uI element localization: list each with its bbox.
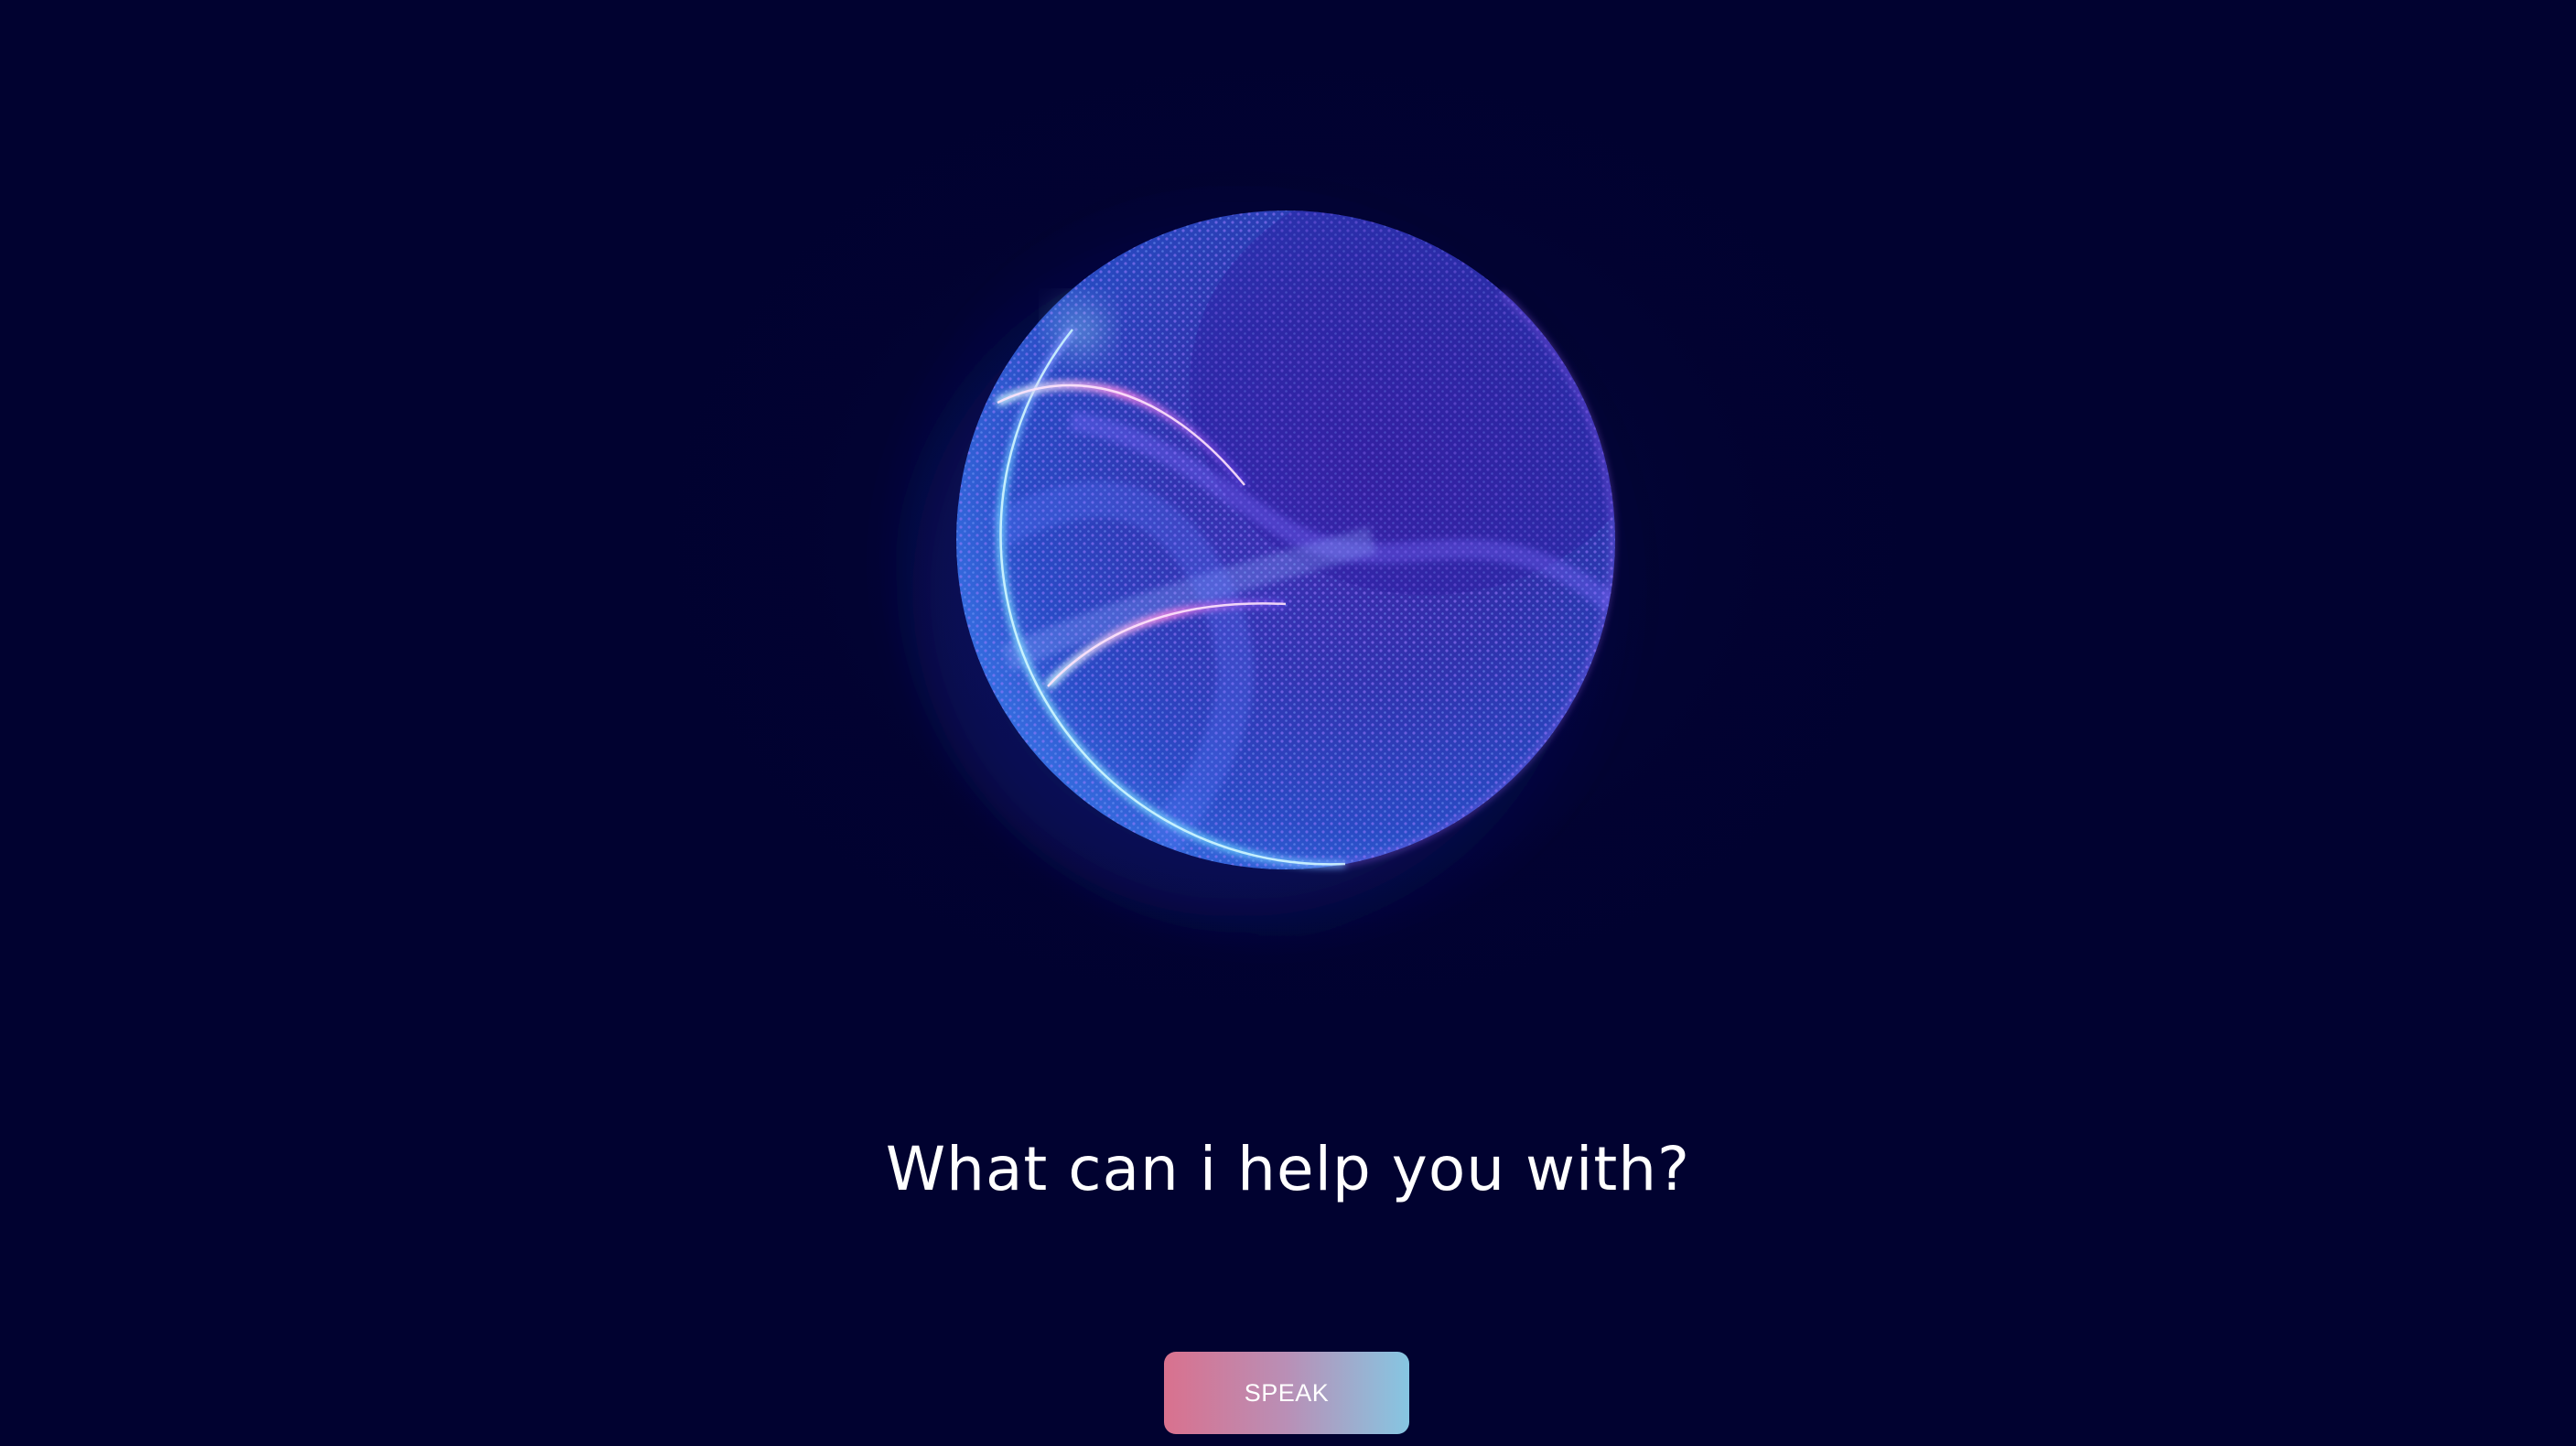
speak-button[interactable]: SPEAK xyxy=(1164,1352,1409,1434)
voice-assistant-screen: What can i help you with? SPEAK xyxy=(0,0,2576,1446)
assistant-prompt: What can i help you with? xyxy=(885,1134,1691,1204)
particle-sphere-icon xyxy=(860,146,1711,998)
particle-sphere-graphic xyxy=(892,169,1661,938)
